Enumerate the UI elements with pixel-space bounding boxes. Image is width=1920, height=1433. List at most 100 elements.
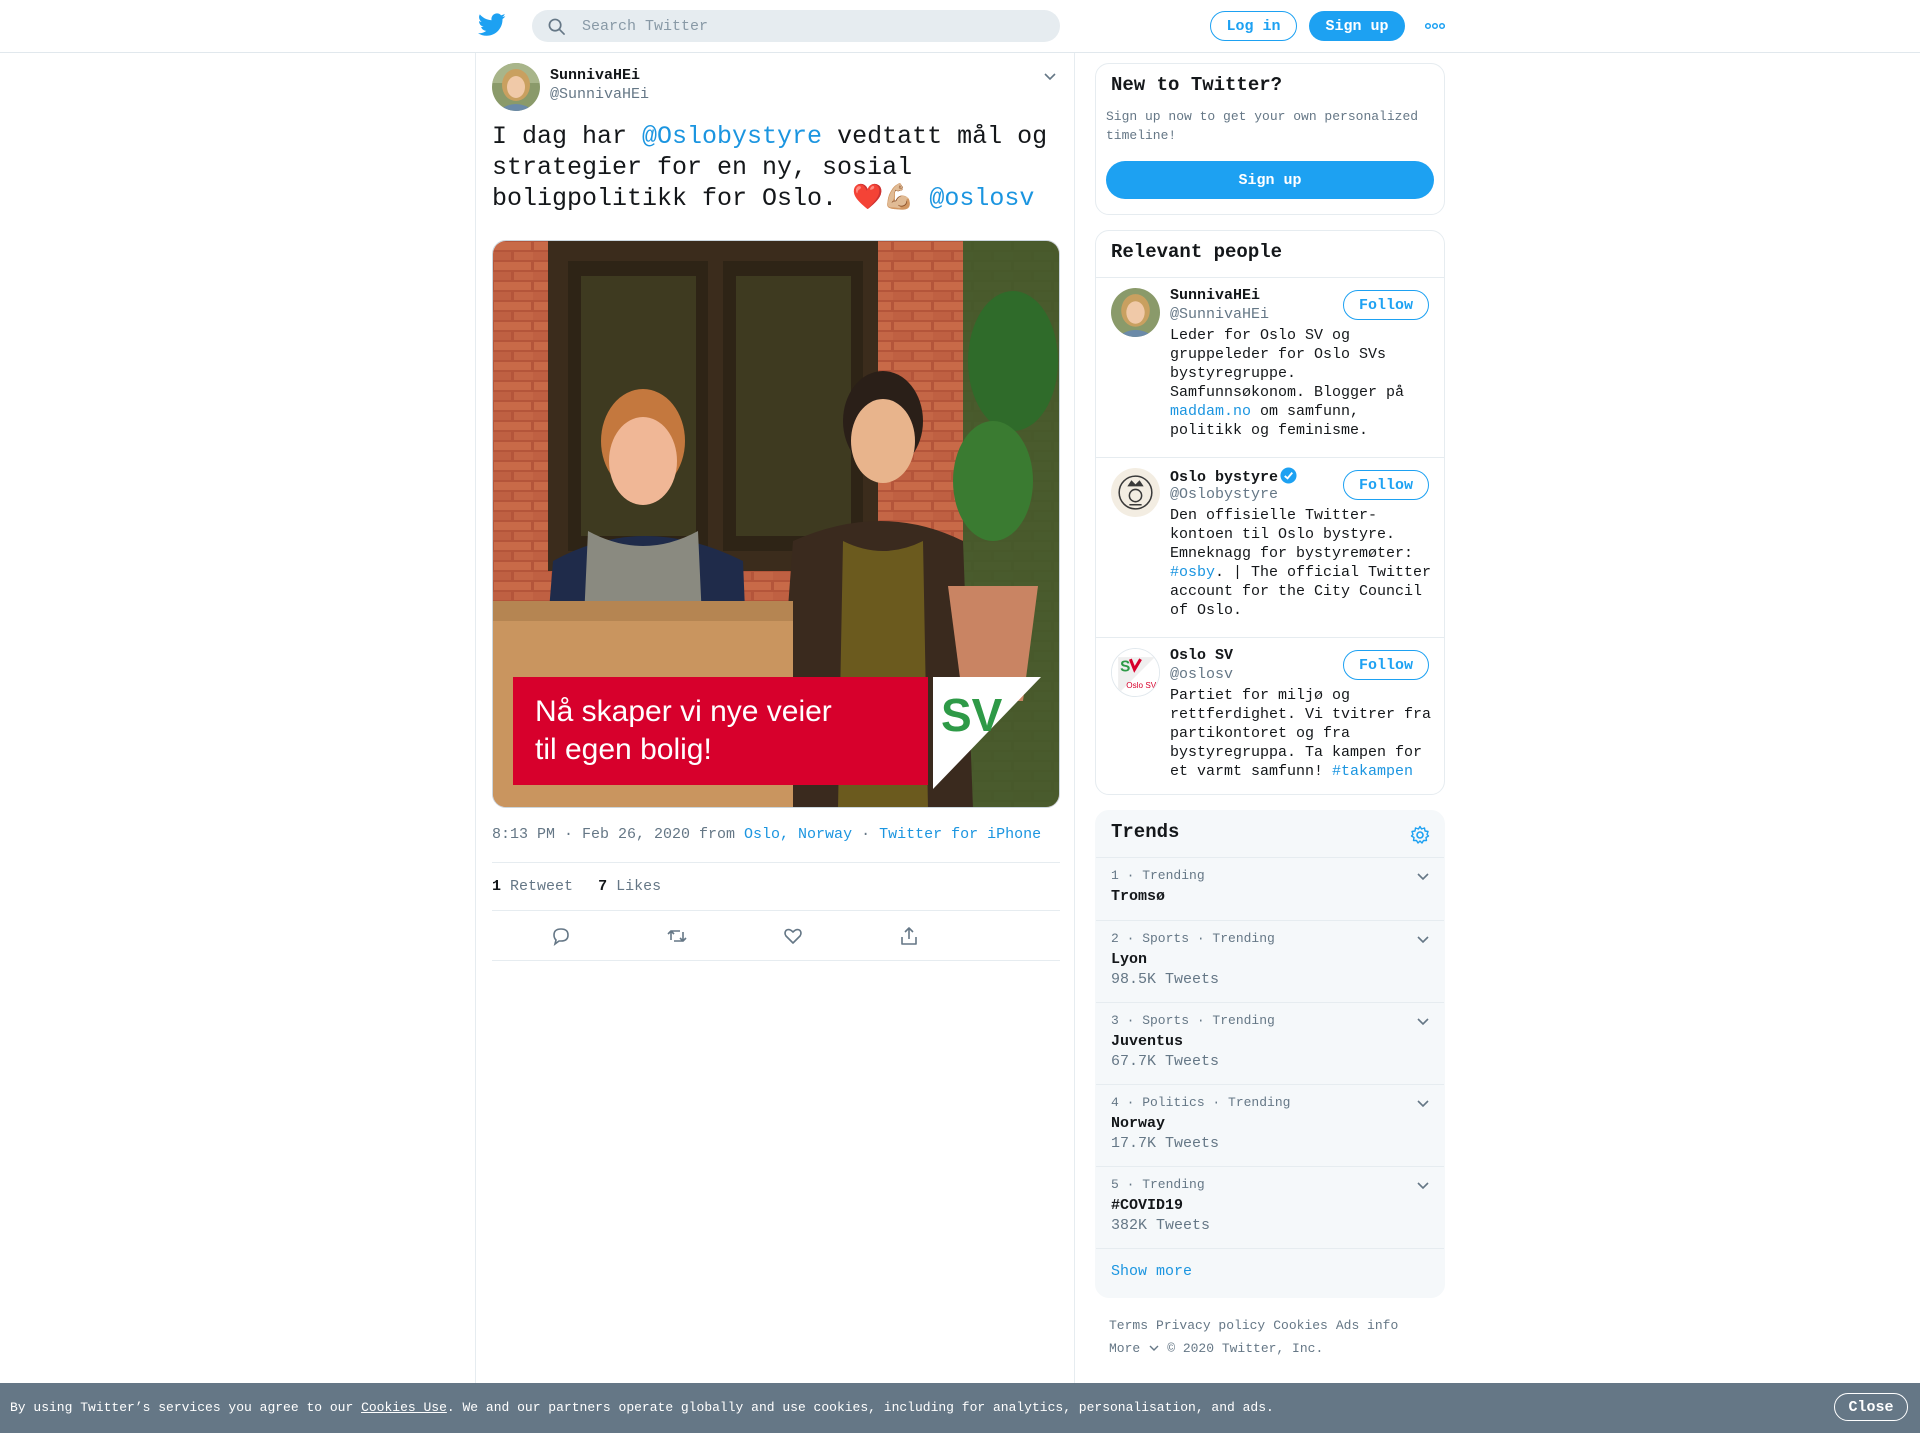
campaign-banner: [513, 677, 928, 785]
person-name[interactable]: SunnivaHEi: [1170, 287, 1260, 304]
avatar[interactable]: [1111, 288, 1160, 337]
person-bio: Den offisielle Twitter-kontoen til Oslo …: [1170, 506, 1432, 620]
follow-button[interactable]: Follow: [1343, 290, 1429, 320]
relevant-people-panel: Relevant people SunnivaHEi @SunnivaHEi F…: [1095, 230, 1445, 795]
show-more-row: Show more: [1096, 1248, 1444, 1297]
author-avatar[interactable]: [492, 63, 540, 111]
banner-line-2: til egen bolig!: [535, 733, 712, 766]
person-name-text: Oslo bystyre: [1170, 469, 1279, 486]
footer-links: Terms Privacy policy Cookies Ads info More ©…: [1109, 1314, 1429, 1360]
panel-title: Relevant people: [1111, 241, 1283, 263]
login-button[interactable]: Log in: [1210, 11, 1297, 41]
avatar[interactable]: S Oslo SV: [1111, 648, 1160, 697]
cookie-text: By using Twitter’s services you agree to…: [10, 1400, 1274, 1415]
tweet-text-part: I dag har: [492, 122, 643, 151]
more-link[interactable]: More: [1109, 1341, 1159, 1356]
cookies-link[interactable]: Cookies: [1273, 1318, 1328, 1333]
bio-link[interactable]: #takampen: [1332, 763, 1413, 780]
likes-label[interactable]: Likes: [616, 878, 661, 895]
retweet-count[interactable]: 1: [492, 878, 501, 895]
new-to-twitter-panel: New to Twitter? Sign up now to get your …: [1095, 63, 1445, 215]
person-name[interactable]: Oslo SV: [1170, 647, 1233, 664]
cookies-use-link[interactable]: Cookies Use: [361, 1400, 447, 1415]
panel-title: New to Twitter?: [1111, 74, 1283, 96]
terms-link[interactable]: Terms: [1109, 1318, 1148, 1333]
bio-text: Den offisielle Twitter-kontoen til Oslo …: [1170, 507, 1414, 562]
cookie-text-before: By using Twitter’s services you agree to…: [10, 1400, 362, 1415]
chevron-down-icon[interactable]: [1416, 933, 1430, 947]
panel-title: Trends: [1111, 821, 1180, 843]
tweet-stats: 1 Retweet 7 Likes: [492, 862, 1060, 911]
top-nav: Log in Sign up: [0, 0, 1920, 53]
cookie-consent-bar: By using Twitter’s services you agree to…: [0, 1383, 1920, 1433]
tweet-photo-image: Nå skaper vi nye veier til egen bolig! S…: [493, 241, 1059, 807]
source-link[interactable]: Twitter for iPhone: [879, 826, 1041, 843]
twitter-logo-icon[interactable]: [478, 13, 506, 37]
likes-count[interactable]: 7: [598, 878, 607, 895]
person-card[interactable]: S Oslo SV Oslo SV @oslosv Follow Partiet…: [1096, 637, 1444, 794]
bio-link[interactable]: maddam.no: [1170, 403, 1251, 420]
chevron-down-icon[interactable]: [1416, 870, 1430, 884]
signup-button[interactable]: Sign up: [1309, 11, 1405, 41]
like-icon[interactable]: [782, 925, 804, 947]
follow-button[interactable]: Follow: [1343, 650, 1429, 680]
trend-meta: 1 · Trending: [1111, 868, 1205, 883]
person-card[interactable]: SunnivaHEi @SunnivaHEi Follow Leder for …: [1096, 277, 1444, 457]
trend-name[interactable]: #COVID19: [1111, 1197, 1183, 1214]
search-input[interactable]: [582, 10, 1042, 42]
retweet-label[interactable]: Retweet: [510, 878, 573, 895]
chevron-down-icon[interactable]: [1416, 1179, 1430, 1193]
location-link[interactable]: Oslo, Norway: [744, 826, 852, 843]
trend-item[interactable]: 1 · Trending Tromsø: [1096, 857, 1444, 920]
search-icon: [548, 18, 565, 35]
show-more-link[interactable]: Show more: [1111, 1263, 1192, 1280]
trend-name[interactable]: Tromsø: [1111, 888, 1165, 905]
more-link-label: More: [1109, 1341, 1141, 1356]
heart-emoji: ❤️: [852, 184, 884, 213]
sidebar-signup-button[interactable]: Sign up: [1106, 161, 1434, 199]
privacy-link[interactable]: Privacy policy: [1156, 1318, 1265, 1333]
person-card[interactable]: Oslo bystyre @Oslobystyre Follow Den off…: [1096, 457, 1444, 637]
bio-link[interactable]: #osby: [1170, 564, 1215, 581]
reply-icon[interactable]: [550, 925, 572, 947]
follow-button[interactable]: Follow: [1343, 470, 1429, 500]
author-handle[interactable]: @SunnivaHEi: [550, 86, 649, 103]
trend-item[interactable]: 5 · Trending #COVID19 382K Tweets: [1096, 1166, 1444, 1248]
chevron-down-icon[interactable]: [1042, 69, 1058, 85]
sv-logo-text: SV: [941, 689, 1003, 741]
chevron-down-icon[interactable]: [1416, 1097, 1430, 1111]
person-handle[interactable]: @oslosv: [1170, 666, 1233, 683]
trend-count: 17.7K Tweets: [1111, 1135, 1220, 1152]
mention-link[interactable]: @oslosv: [929, 184, 1034, 213]
mention-link[interactable]: @Oslobystyre: [642, 122, 822, 151]
person-name[interactable]: Oslo bystyre: [1170, 467, 1297, 486]
trend-name[interactable]: Norway: [1111, 1115, 1165, 1132]
share-icon[interactable]: [898, 925, 920, 947]
avatar-text: Oslo SV: [1126, 681, 1156, 690]
close-cookie-button[interactable]: Close: [1834, 1393, 1908, 1421]
tweet-column: SunnivaHEi @SunnivaHEi I dag har @Osloby…: [475, 53, 1075, 1383]
avatar[interactable]: [1111, 468, 1160, 517]
tweet-actions: [492, 911, 1060, 961]
trend-meta: 5 · Trending: [1111, 1177, 1205, 1192]
person-handle[interactable]: @Oslobystyre: [1170, 486, 1278, 503]
tweet-photo[interactable]: Nå skaper vi nye veier til egen bolig! S…: [492, 240, 1060, 808]
trend-name[interactable]: Lyon: [1111, 951, 1147, 968]
tweet-time[interactable]: 8:13 PM · Feb 26, 2020 from: [492, 826, 744, 843]
more-dots-icon[interactable]: [1425, 20, 1445, 32]
trend-item[interactable]: 3 · Sports · Trending Juventus 67.7K Twe…: [1096, 1002, 1444, 1084]
trend-count: 98.5K Tweets: [1111, 971, 1220, 988]
chevron-down-icon[interactable]: [1416, 1015, 1430, 1029]
trends-panel: Trends 1 · Trending Tromsø 2 · Sports · …: [1095, 810, 1445, 1298]
settings-gear-icon[interactable]: [1410, 825, 1430, 845]
retweet-icon[interactable]: [666, 925, 688, 947]
author-name[interactable]: SunnivaHEi: [550, 67, 640, 84]
trend-meta: 3 · Sports · Trending: [1111, 1013, 1275, 1028]
trend-item[interactable]: 4 · Politics · Trending Norway 17.7K Twe…: [1096, 1084, 1444, 1166]
trend-name[interactable]: Juventus: [1111, 1033, 1183, 1050]
chevron-down-icon: [1149, 1345, 1159, 1351]
person-handle[interactable]: @SunnivaHEi: [1170, 306, 1269, 323]
ads-info-link[interactable]: Ads info: [1336, 1318, 1398, 1333]
trend-item[interactable]: 2 · Sports · Trending Lyon 98.5K Tweets: [1096, 920, 1444, 1002]
search-box[interactable]: [532, 10, 1060, 42]
